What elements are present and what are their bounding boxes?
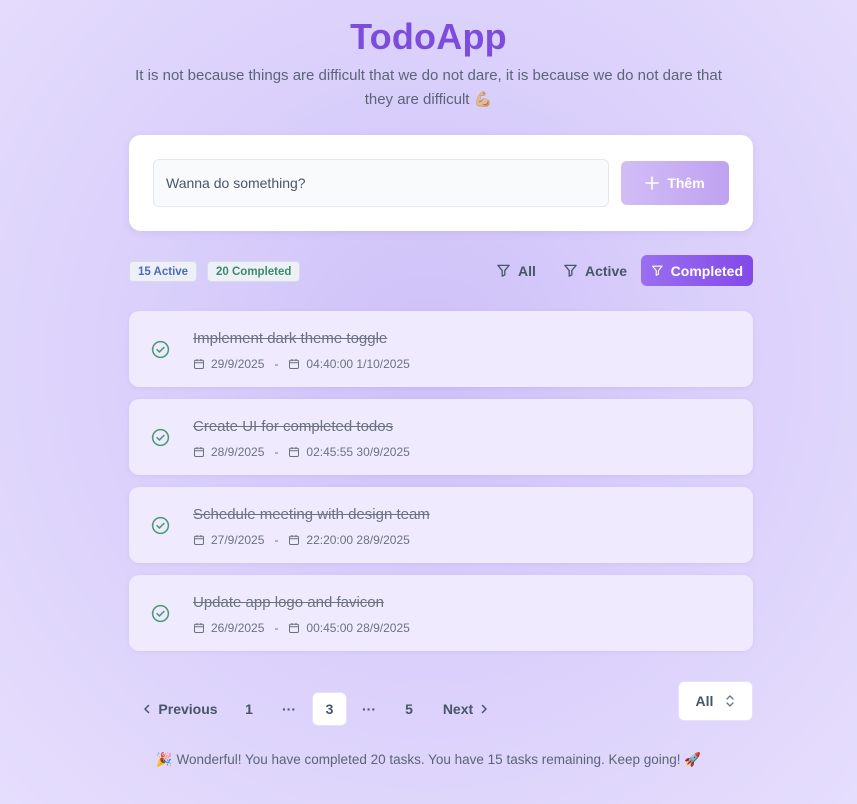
todo-item[interactable]: Implement dark theme toggle 29/9/2025 - … [129, 311, 753, 387]
page-1-button[interactable]: 1 [232, 692, 266, 726]
todo-dates: 27/9/2025 - 22:20:00 28/9/2025 [193, 533, 410, 547]
date-separator: - [274, 533, 279, 547]
page-5-button[interactable]: 5 [392, 692, 426, 726]
check-circle-icon[interactable] [151, 516, 170, 535]
todo-input[interactable] [153, 159, 609, 207]
filter-active-button[interactable]: Active [553, 255, 637, 286]
next-label: Next [442, 701, 474, 717]
todo-dates: 29/9/2025 - 04:40:00 1/10/2025 [193, 357, 410, 371]
add-todo-label: Thêm [667, 175, 705, 191]
motivational-quote: It is not because things are difficult t… [135, 67, 722, 108]
chevron-up-down-icon [726, 695, 735, 707]
calendar-icon [194, 623, 204, 634]
add-todo-button[interactable]: Thêm [621, 161, 729, 205]
date-separator: - [274, 445, 279, 459]
active-count-badge: 15 Active [129, 261, 198, 282]
todo-completed-date: 00:45:00 28/9/2025 [306, 621, 410, 635]
filter-all-button[interactable]: All [486, 255, 546, 286]
todo-completed-date: 04:40:00 1/10/2025 [306, 357, 410, 371]
todo-dates: 26/9/2025 - 00:45:00 28/9/2025 [193, 621, 410, 635]
todo-item[interactable]: Create UI for completed todos 28/9/2025 … [129, 399, 753, 475]
page-size-value: All [695, 693, 714, 709]
todo-item[interactable]: Update app logo and favicon 26/9/2025 - … [129, 575, 753, 651]
filter-icon [652, 265, 663, 276]
todo-item[interactable]: Schedule meeting with design team 27/9/2… [129, 487, 753, 563]
check-circle-icon[interactable] [151, 604, 170, 623]
page-size-select[interactable]: All [678, 681, 753, 721]
pagination-ellipsis: ··· [362, 701, 376, 717]
calendar-icon [194, 535, 204, 546]
calendar-icon [289, 359, 300, 370]
chevron-left-icon [144, 704, 150, 714]
add-todo-card: Thêm [129, 135, 753, 231]
calendar-icon [194, 447, 204, 458]
previous-page-button[interactable]: Previous [138, 692, 222, 726]
todo-title: Implement dark theme toggle [193, 330, 388, 347]
pagination-ellipsis: ··· [282, 701, 296, 717]
todo-created-date: 29/9/2025 [211, 357, 265, 371]
filter-active-label: Active [585, 262, 628, 279]
completion-message: 🎉 Wonderful! You have completed 20 tasks… [155, 752, 702, 767]
filter-icon [564, 264, 577, 277]
check-circle-icon[interactable] [151, 340, 170, 359]
chevron-right-icon [481, 704, 487, 714]
plus-icon [645, 176, 660, 190]
check-circle-icon[interactable] [151, 428, 170, 447]
todo-title: Schedule meeting with design team [193, 506, 430, 523]
calendar-icon [289, 447, 300, 458]
todo-created-date: 27/9/2025 [211, 533, 265, 547]
calendar-icon [289, 623, 300, 634]
calendar-icon [194, 359, 204, 370]
date-separator: - [274, 357, 279, 371]
page-3-button[interactable]: 3 [312, 692, 347, 726]
page-title: TodoApp [350, 16, 507, 57]
filter-completed-button[interactable]: Completed [641, 255, 753, 286]
todo-title: Update app logo and favicon [193, 594, 384, 611]
next-page-button[interactable]: Next [436, 692, 496, 726]
todo-completed-date: 22:20:00 28/9/2025 [306, 533, 410, 547]
filter-icon [497, 264, 510, 277]
calendar-icon [289, 535, 300, 546]
todo-completed-date: 02:45:55 30/9/2025 [306, 445, 410, 459]
completed-count-badge: 20 Completed [207, 261, 301, 282]
todo-title: Create UI for completed todos [193, 418, 394, 435]
filter-all-label: All [518, 262, 536, 279]
todo-created-date: 28/9/2025 [211, 445, 265, 459]
todo-dates: 28/9/2025 - 02:45:55 30/9/2025 [193, 445, 410, 459]
date-separator: - [274, 621, 279, 635]
previous-label: Previous [158, 701, 218, 717]
todo-created-date: 26/9/2025 [211, 621, 265, 635]
filter-completed-label: Completed [670, 262, 743, 279]
